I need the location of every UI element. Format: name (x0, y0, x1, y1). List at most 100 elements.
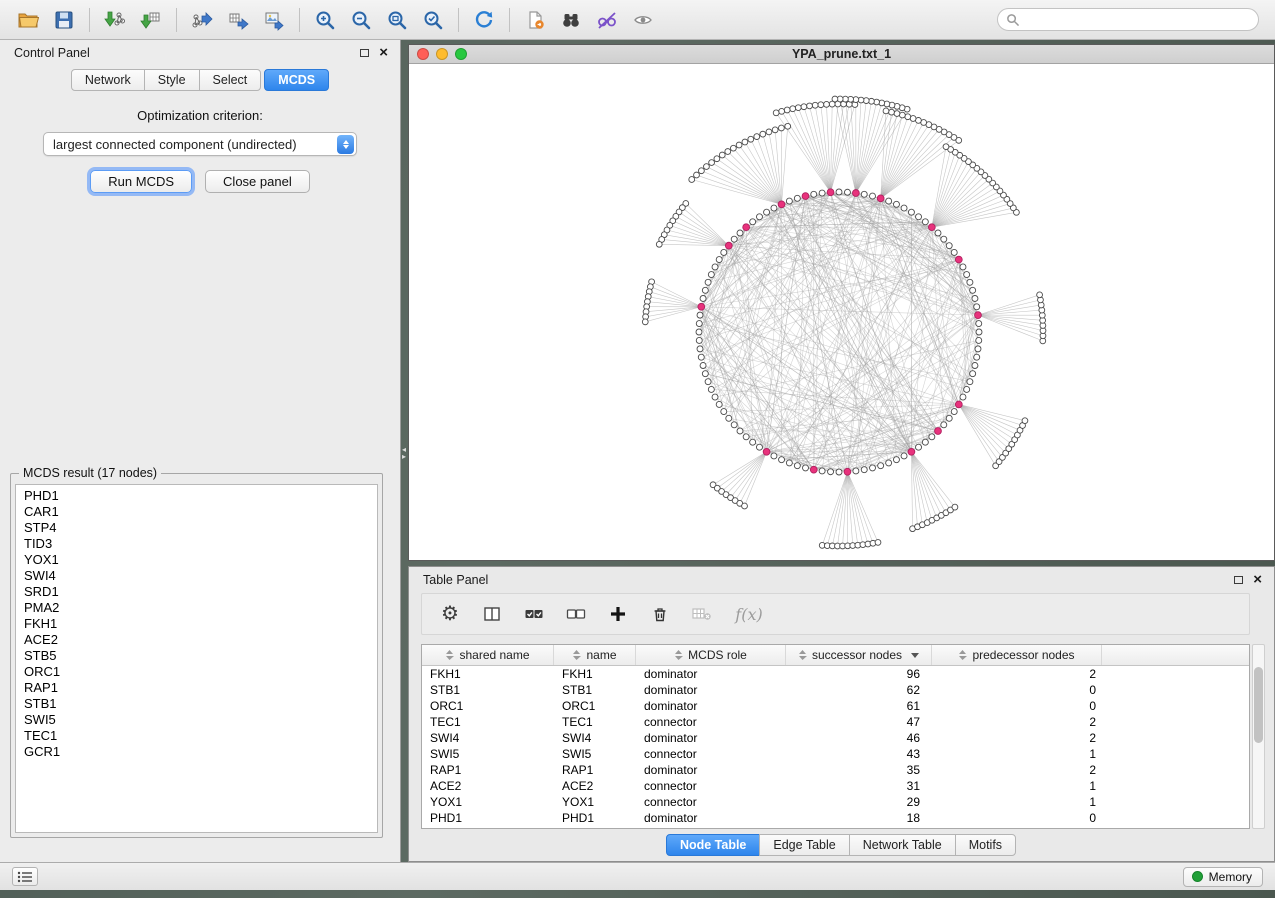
table-cell (1102, 794, 1249, 810)
import-table-disabled-button (690, 602, 714, 626)
share-document-button[interactable] (517, 5, 553, 35)
sort-icon (674, 649, 683, 661)
mcds-node-item[interactable]: ACE2 (24, 632, 377, 648)
zoom-fit-button[interactable] (379, 5, 415, 35)
table-row[interactable]: STB1STB1dominator620 (422, 682, 1249, 698)
memory-button[interactable]: Memory (1183, 867, 1263, 887)
delete-column-button[interactable] (648, 602, 672, 626)
table-row[interactable]: PHD1PHD1dominator180 (422, 810, 1249, 826)
table-scrollbar-thumb[interactable] (1254, 667, 1263, 743)
add-column-button[interactable] (606, 602, 630, 626)
tab-select[interactable]: Select (199, 69, 262, 91)
table-row[interactable]: TEC1TEC1connector472 (422, 714, 1249, 730)
show-details-button[interactable] (625, 5, 661, 35)
tab-node-table[interactable]: Node Table (666, 834, 760, 856)
mcds-node-item[interactable]: TID3 (24, 536, 377, 552)
table-row[interactable]: ACE2ACE2connector311 (422, 778, 1249, 794)
mcds-node-item[interactable]: PMA2 (24, 600, 377, 616)
hide-details-button[interactable] (589, 5, 625, 35)
column-header-name[interactable]: name (554, 645, 636, 665)
export-image-button[interactable] (256, 5, 292, 35)
import-network-button[interactable] (97, 5, 133, 35)
network-graph[interactable] (409, 64, 1274, 560)
close-mcds-panel-button[interactable]: Close panel (205, 170, 310, 193)
import-table-button[interactable] (133, 5, 169, 35)
column-header-mcds-role[interactable]: MCDS role (636, 645, 786, 665)
table-row[interactable]: FKH1FKH1dominator962 (422, 666, 1249, 682)
table-cell: YOX1 (554, 794, 636, 810)
show-columns-button[interactable] (480, 602, 504, 626)
tab-style[interactable]: Style (144, 69, 200, 91)
table-row[interactable]: SWI5SWI5connector431 (422, 746, 1249, 762)
table-row[interactable]: ORC1ORC1dominator610 (422, 698, 1249, 714)
search-input[interactable] (1024, 13, 1250, 27)
table-row[interactable]: YOX1YOX1connector291 (422, 794, 1249, 810)
mcds-node-item[interactable]: TEC1 (24, 728, 377, 744)
mcds-node-item[interactable]: ORC1 (24, 664, 377, 680)
table-row[interactable]: RAP1RAP1dominator352 (422, 762, 1249, 778)
float-panel-icon[interactable] (360, 49, 369, 57)
node-table-body[interactable]: FKH1FKH1dominator962STB1STB1dominator620… (422, 666, 1249, 826)
search-network-button[interactable] (553, 5, 589, 35)
mcds-node-item[interactable]: SRD1 (24, 584, 377, 600)
splitter-collapse-icon[interactable]: ◂▸ (400, 446, 408, 460)
function-builder-button[interactable]: f(x) (732, 602, 766, 626)
tab-motifs[interactable]: Motifs (955, 834, 1016, 856)
mcds-node-item[interactable]: RAP1 (24, 680, 377, 696)
table-cell: SWI5 (422, 746, 554, 762)
mcds-node-item[interactable]: GCR1 (24, 744, 377, 760)
mcds-node-item[interactable]: CAR1 (24, 504, 377, 520)
node-table[interactable]: shared name name MCDS role successor nod… (421, 644, 1250, 829)
select-all-button[interactable] (522, 602, 546, 626)
table-cell: YOX1 (422, 794, 554, 810)
search-box[interactable] (997, 8, 1259, 31)
mcds-node-item[interactable]: YOX1 (24, 552, 377, 568)
zoom-in-icon (314, 9, 336, 31)
table-settings-button[interactable]: ⚙ (438, 602, 462, 626)
tab-network-table[interactable]: Network Table (849, 834, 956, 856)
table-scrollbar[interactable] (1252, 644, 1265, 829)
mcds-node-item[interactable]: STP4 (24, 520, 377, 536)
table-panel-header: Table Panel × (409, 567, 1274, 587)
network-canvas[interactable] (409, 64, 1274, 560)
table-row[interactable]: SWI4SWI4dominator462 (422, 730, 1249, 746)
mcds-node-item[interactable]: STB1 (24, 696, 377, 712)
float-table-panel-icon[interactable] (1234, 576, 1243, 584)
column-header-predecessor-nodes[interactable]: predecessor nodes (932, 645, 1102, 665)
mcds-node-item[interactable]: SWI4 (24, 568, 377, 584)
deselect-all-button[interactable] (564, 602, 588, 626)
mcds-node-item[interactable]: PHD1 (24, 488, 377, 504)
control-panel-tabs: Network Style Select MCDS (0, 69, 400, 91)
memory-status-icon (1192, 871, 1203, 882)
mcds-result-list[interactable]: PHD1CAR1STP4TID3YOX1SWI4SRD1PMA2FKH1ACE2… (15, 484, 378, 833)
tab-mcds[interactable]: MCDS (264, 69, 329, 91)
open-session-button[interactable] (10, 5, 46, 35)
network-window-titlebar[interactable]: YPA_prune.txt_1 (409, 45, 1274, 64)
mcds-node-item[interactable]: FKH1 (24, 616, 377, 632)
zoom-selected-button[interactable] (415, 5, 451, 35)
column-header-shared-name[interactable]: shared name (422, 645, 554, 665)
table-cell: TEC1 (554, 714, 636, 730)
toolbar-separator (176, 8, 177, 32)
save-session-button[interactable] (46, 5, 82, 35)
table-cell: 61 (786, 698, 932, 714)
close-table-panel-icon[interactable]: × (1253, 575, 1262, 585)
mcds-node-item[interactable]: SWI5 (24, 712, 377, 728)
export-network-button[interactable] (184, 5, 220, 35)
export-table-button[interactable] (220, 5, 256, 35)
table-panel-title: Table Panel (423, 573, 488, 587)
run-mcds-button[interactable]: Run MCDS (90, 170, 192, 193)
table-cell: 96 (786, 666, 932, 682)
mcds-result-box: MCDS result (17 nodes) PHD1CAR1STP4TID3Y… (10, 466, 383, 838)
tab-edge-table[interactable]: Edge Table (759, 834, 849, 856)
task-history-button[interactable] (12, 867, 38, 886)
mcds-node-item[interactable]: STB5 (24, 648, 377, 664)
close-panel-icon[interactable]: × (379, 48, 388, 58)
zoom-in-button[interactable] (307, 5, 343, 35)
memory-label: Memory (1209, 870, 1252, 884)
criterion-dropdown[interactable]: largest connected component (undirected) (43, 132, 357, 156)
refresh-layout-button[interactable] (466, 5, 502, 35)
zoom-out-button[interactable] (343, 5, 379, 35)
tab-network[interactable]: Network (71, 69, 145, 91)
column-header-successor-nodes[interactable]: successor nodes (786, 645, 932, 665)
